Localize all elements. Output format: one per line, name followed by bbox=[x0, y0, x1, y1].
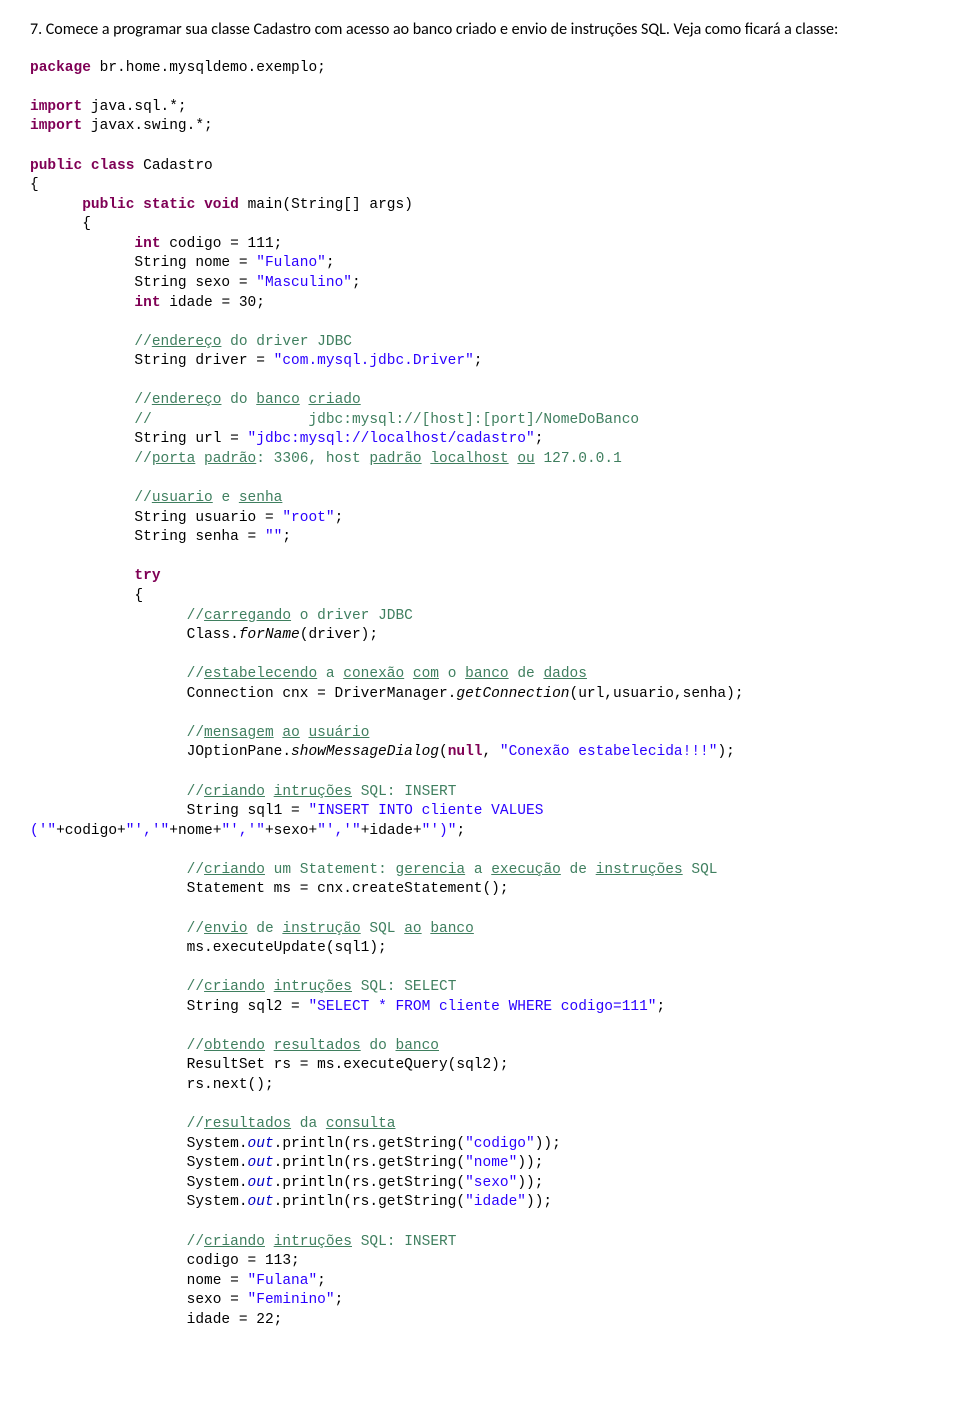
code-block: package br.home.mysqldemo.exemplo; impor… bbox=[30, 59, 930, 1331]
intro-text: 7. Comece a programar sua classe Cadastr… bbox=[30, 20, 930, 41]
